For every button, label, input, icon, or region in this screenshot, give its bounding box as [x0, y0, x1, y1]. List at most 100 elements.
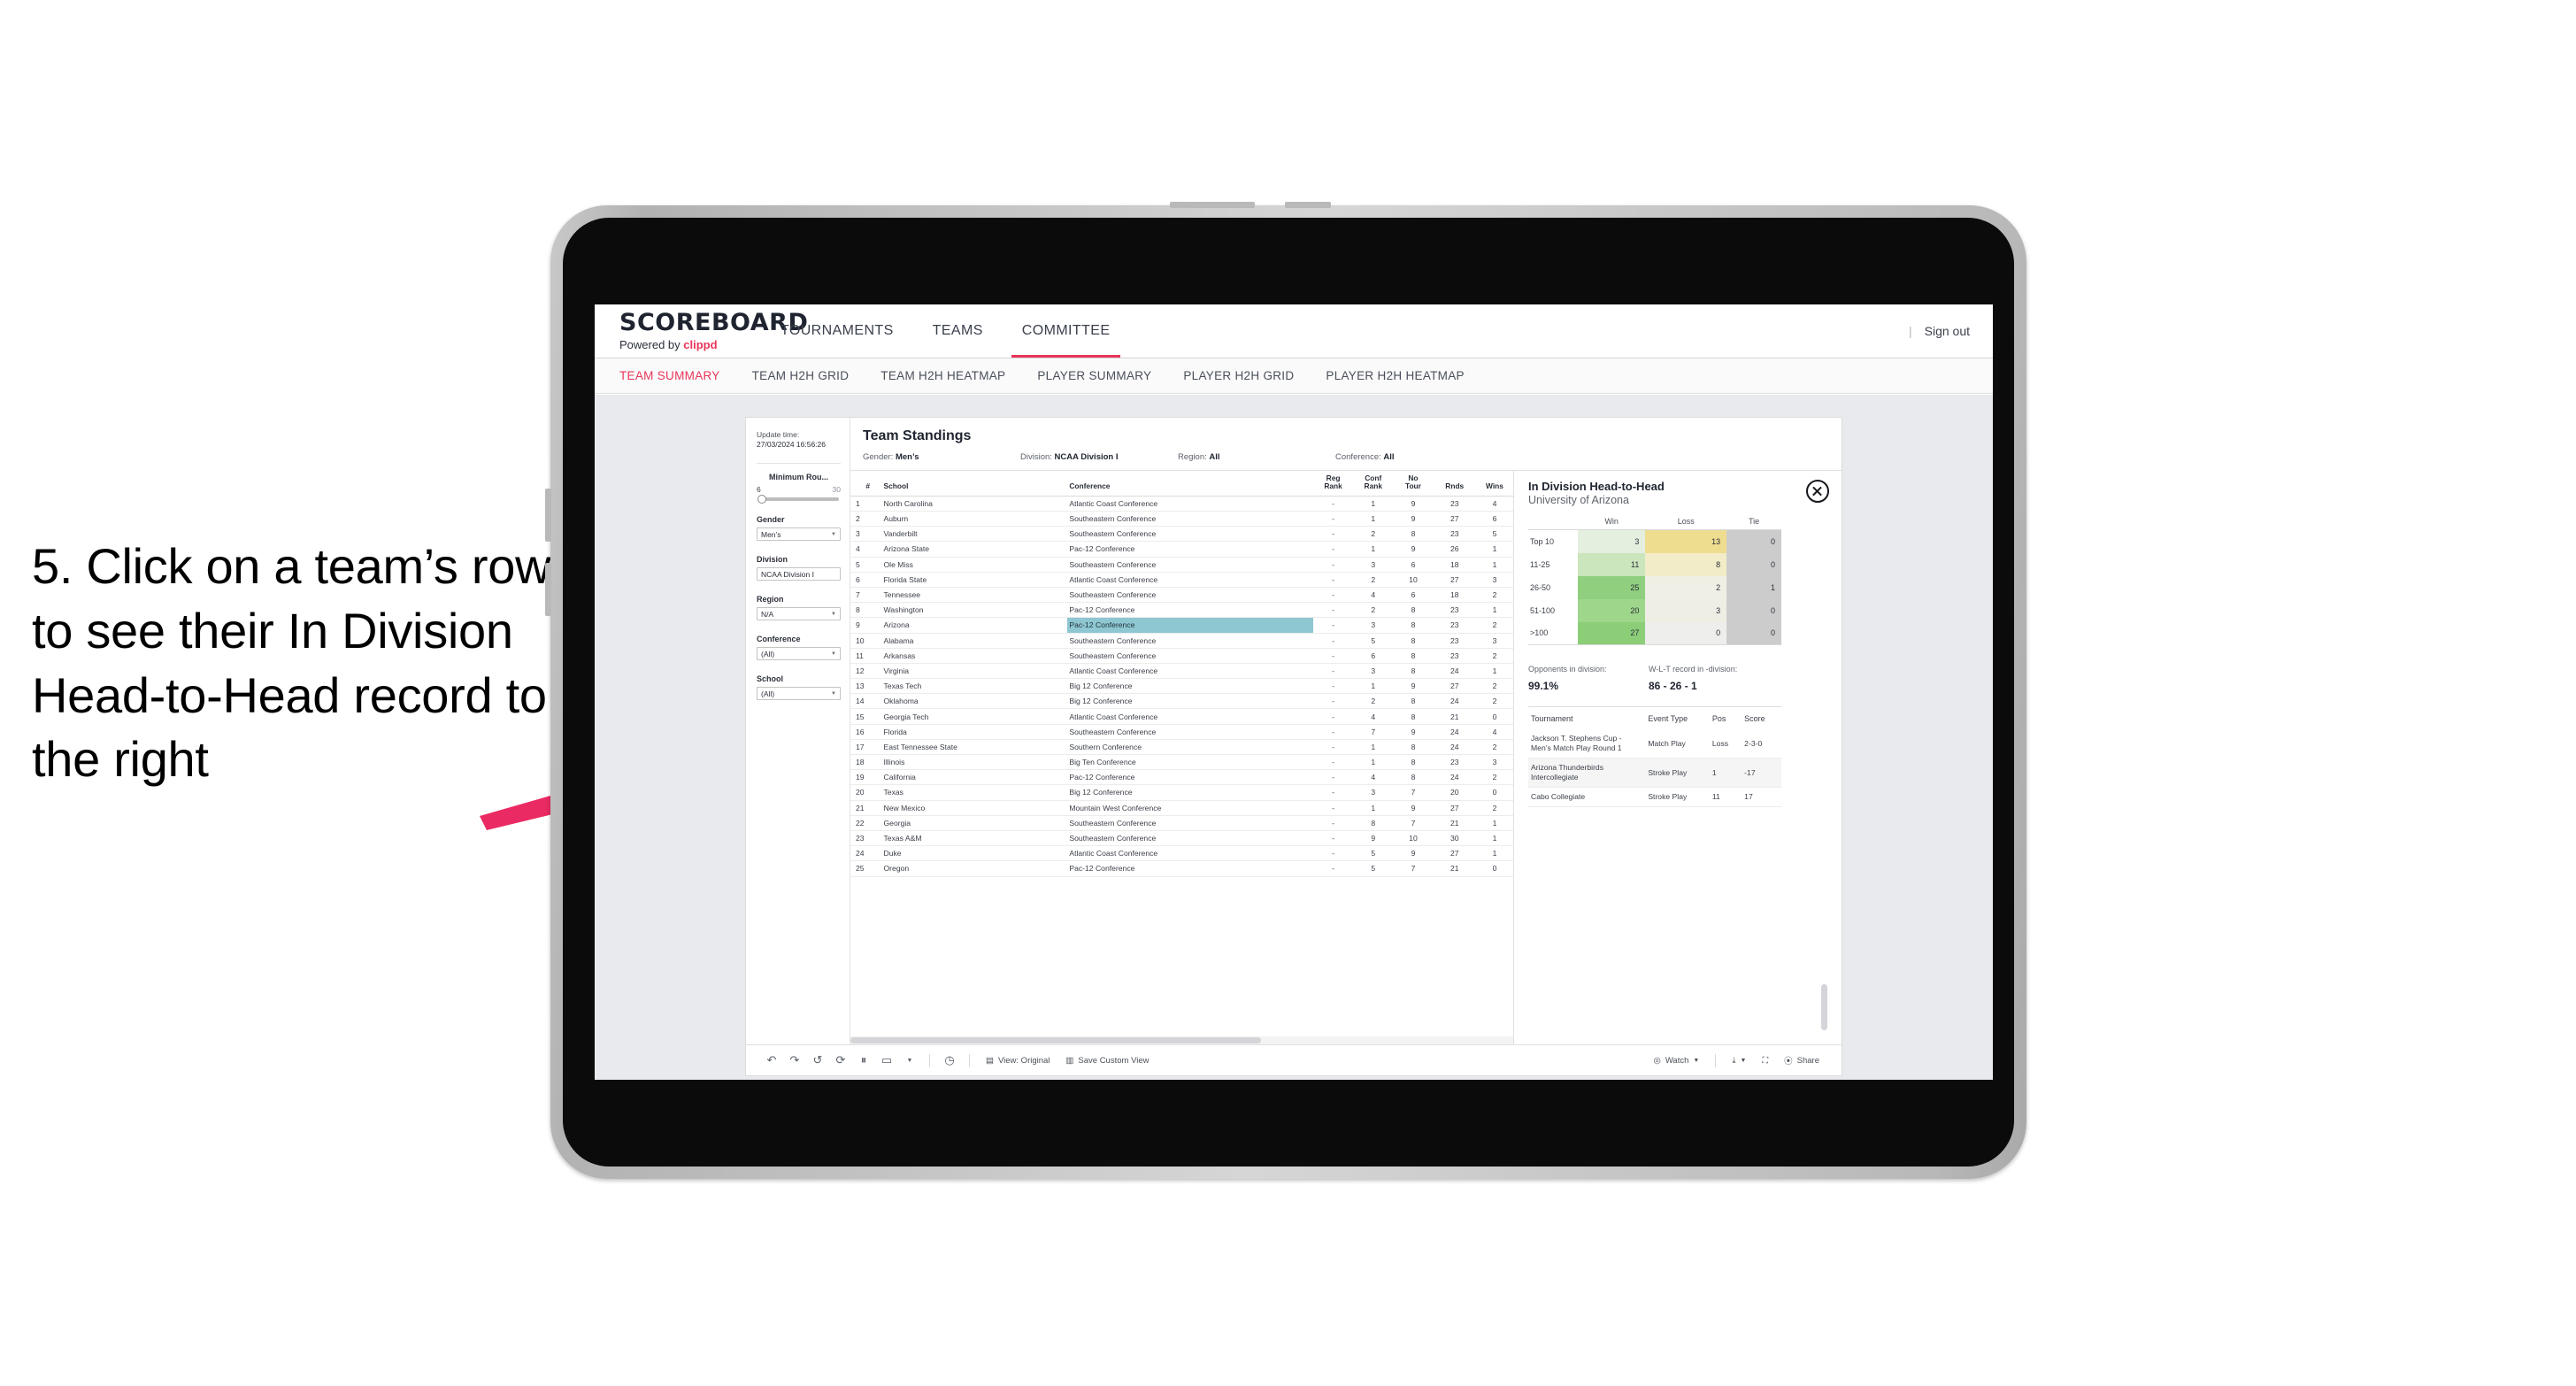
- refresh-icon[interactable]: ⟳: [829, 1053, 852, 1067]
- tab-player-h2h-heatmap[interactable]: PLAYER H2H HEATMAP: [1326, 369, 1481, 382]
- cell-conference: Southeastern Conference: [1067, 815, 1313, 831]
- h2h-cell[interactable]: 2: [1645, 575, 1727, 599]
- nav-item-tournaments[interactable]: TOURNAMENTS: [761, 304, 913, 358]
- table-row[interactable]: 13 Texas Tech Big 12 Conference -1 9 27 2: [850, 678, 1513, 695]
- table-row[interactable]: 4 Arizona State Pac-12 Conference -1 9 26 1: [850, 541, 1513, 558]
- scrollbar-thumb[interactable]: [850, 1037, 1262, 1043]
- table-row[interactable]: 2 Auburn Southeastern Conference -1 9 27 6: [850, 511, 1513, 527]
- table-row[interactable]: 15 Georgia Tech Atlantic Coast Conference -…: [850, 708, 1513, 725]
- col-no-tour[interactable]: No Tour: [1393, 471, 1434, 497]
- volume-down-button[interactable]: [545, 563, 551, 616]
- tournament-scrollbar[interactable]: [1821, 984, 1827, 1030]
- table-row[interactable]: 20 Texas Big 12 Conference -3 7 20 0: [850, 784, 1513, 801]
- col-reg-rank[interactable]: Reg Rank: [1312, 471, 1354, 497]
- table-row[interactable]: 10 Alabama Southeastern Conference -5 8 23 3: [850, 633, 1513, 649]
- revert-icon[interactable]: ↺: [806, 1053, 829, 1067]
- table-row[interactable]: 24 Duke Atlantic Coast Conference -5 9 27 1: [850, 845, 1513, 862]
- h2h-cell[interactable]: 20: [1578, 598, 1646, 622]
- h2h-cell[interactable]: 13: [1645, 529, 1727, 553]
- tab-player-summary[interactable]: PLAYER SUMMARY: [1037, 369, 1169, 382]
- h2h-cell[interactable]: 0: [1726, 529, 1781, 553]
- table-row[interactable]: 8 Washington Pac-12 Conference -2 8 23 1: [850, 602, 1513, 619]
- cell-rnds: 21: [1433, 860, 1476, 877]
- cell-no-tour: 8: [1393, 648, 1434, 664]
- col-conference[interactable]: Conference: [1067, 471, 1313, 497]
- table-row[interactable]: 18 Illinois Big Ten Conference -1 8 23 3: [850, 754, 1513, 771]
- h2h-cell[interactable]: 11: [1578, 552, 1646, 576]
- tab-team-h2h-heatmap[interactable]: TEAM H2H HEATMAP: [880, 369, 1023, 382]
- share-button[interactable]: ⦿ Share: [1776, 1054, 1827, 1067]
- h2h-cell[interactable]: 3: [1645, 598, 1727, 622]
- minimum-rounds-slider[interactable]: [757, 495, 839, 504]
- tab-team-summary[interactable]: TEAM SUMMARY: [619, 369, 738, 382]
- download-button[interactable]: ⤓ ▼: [1724, 1056, 1754, 1066]
- chevron-down-icon[interactable]: ▼: [898, 1058, 921, 1064]
- undo-icon[interactable]: ↶: [760, 1053, 783, 1067]
- h2h-cell[interactable]: 0: [1726, 621, 1781, 645]
- sign-out-link[interactable]: Sign out: [1925, 324, 1970, 338]
- nav-item-committee[interactable]: COMMITTEE: [1003, 304, 1130, 358]
- tournament-row[interactable]: Cabo Collegiate Stroke Play 11 17: [1528, 787, 1781, 807]
- pause-icon[interactable]: ⏸: [852, 1053, 875, 1067]
- fullscreen-button[interactable]: ⛶: [1754, 1056, 1776, 1066]
- h2h-cell[interactable]: 27: [1578, 621, 1646, 645]
- table-row[interactable]: 5 Ole Miss Southeastern Conference -3 6 18 1: [850, 557, 1513, 573]
- nav-item-teams[interactable]: TEAMS: [913, 304, 1003, 358]
- table-row[interactable]: 3 Vanderbilt Southeastern Conference -2 8 23 5: [850, 526, 1513, 543]
- h2h-cell[interactable]: 25: [1578, 575, 1646, 599]
- tournament-row[interactable]: Arizona Thunderbirds Intercollegiate Stro…: [1528, 758, 1781, 788]
- col-score[interactable]: Score: [1742, 712, 1781, 729]
- cell-event-type: Match Play: [1645, 729, 1710, 758]
- view-original-button[interactable]: ▤ View: Original: [978, 1056, 1057, 1066]
- tab-team-h2h-grid[interactable]: TEAM H2H GRID: [752, 369, 867, 382]
- table-row[interactable]: 21 New Mexico Mountain West Conference -1 9 2…: [850, 800, 1513, 816]
- tab-player-h2h-grid[interactable]: PLAYER H2H GRID: [1183, 369, 1311, 382]
- school-select[interactable]: (All) ▼: [757, 687, 841, 701]
- table-row[interactable]: 6 Florida State Atlantic Coast Conference -…: [850, 572, 1513, 588]
- h2h-cell[interactable]: 0: [1726, 598, 1781, 622]
- watch-button[interactable]: ◎ Watch ▼: [1646, 1056, 1708, 1066]
- power-button[interactable]: [1170, 202, 1255, 208]
- table-row[interactable]: 12 Virginia Atlantic Coast Conference -3 8 24…: [850, 663, 1513, 680]
- col-event-type[interactable]: Event Type: [1645, 712, 1710, 729]
- col-school[interactable]: School: [881, 471, 1068, 497]
- h2h-cell[interactable]: 0: [1726, 552, 1781, 576]
- table-row[interactable]: 11 Arkansas Southeastern Conference -6 8 23 2: [850, 648, 1513, 664]
- table-row[interactable]: 19 California Pac-12 Conference -4 8 24 2: [850, 769, 1513, 786]
- table-row[interactable]: 7 Tennessee Southeastern Conference -4 6 18 2: [850, 587, 1513, 604]
- region-select[interactable]: N/A ▼: [757, 607, 841, 621]
- table-row[interactable]: 14 Oklahoma Big 12 Conference -2 8 24 2: [850, 693, 1513, 710]
- table-row[interactable]: 17 East Tennessee State Southern Conferenc…: [850, 739, 1513, 756]
- col-rank[interactable]: #: [850, 471, 882, 497]
- col-conf-rank[interactable]: Conf Rank: [1353, 471, 1394, 497]
- redo-icon[interactable]: ↷: [783, 1053, 806, 1067]
- tournament-row[interactable]: Jackson T. Stephens Cup - Men’s Match Pl…: [1528, 729, 1781, 758]
- save-custom-view-button[interactable]: ▥ Save Custom View: [1057, 1056, 1157, 1066]
- layout-icon[interactable]: ▭: [875, 1053, 898, 1067]
- table-row[interactable]: 25 Oregon Pac-12 Conference -5 7 21 0: [850, 860, 1513, 877]
- table-row[interactable]: 16 Florida Southeastern Conference -7 9 24 4: [850, 724, 1513, 740]
- cell-reg-rank: -: [1312, 693, 1354, 710]
- horizontal-scrollbar[interactable]: [850, 1036, 1513, 1044]
- col-rnds[interactable]: Rnds: [1433, 471, 1476, 497]
- h2h-cell[interactable]: 1: [1726, 575, 1781, 599]
- power-button-secondary[interactable]: [1285, 202, 1331, 208]
- h2h-cell[interactable]: 8: [1645, 552, 1727, 576]
- slider-handle[interactable]: [757, 495, 766, 504]
- conference-select[interactable]: (All) ▼: [757, 647, 841, 661]
- col-pos[interactable]: Pos: [1710, 712, 1742, 729]
- table-row[interactable]: 1 North Carolina Atlantic Coast Conference…: [850, 496, 1513, 512]
- alert-icon[interactable]: ◷: [938, 1053, 961, 1067]
- col-wins[interactable]: Wins: [1475, 471, 1513, 497]
- col-tournament[interactable]: Tournament: [1528, 712, 1645, 729]
- brand-logo[interactable]: SCOREBOARD Powered by clippd: [595, 304, 808, 358]
- gender-select[interactable]: Men’s ▼: [757, 527, 841, 542]
- division-select[interactable]: NCAA Division I: [757, 567, 841, 581]
- close-icon[interactable]: [1806, 480, 1829, 503]
- h2h-cell[interactable]: 3: [1578, 529, 1646, 553]
- table-row[interactable]: 23 Texas A&M Southeastern Conference -9 10 30…: [850, 830, 1513, 847]
- table-row[interactable]: 22 Georgia Southeastern Conference -8 7 21 1: [850, 815, 1513, 831]
- volume-up-button[interactable]: [545, 489, 551, 542]
- table-row[interactable]: 9 Arizona Pac-12 Conference -3 8 23 2: [850, 617, 1513, 634]
- h2h-cell[interactable]: 0: [1645, 621, 1727, 645]
